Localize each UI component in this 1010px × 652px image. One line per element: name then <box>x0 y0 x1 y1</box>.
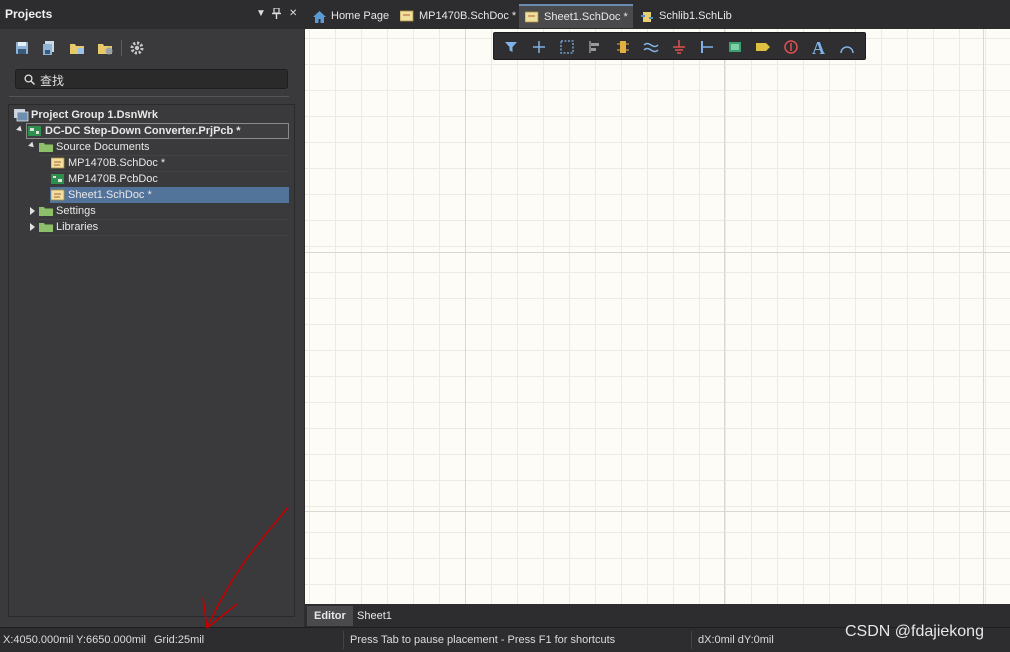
status-separator <box>691 631 692 649</box>
panel-divider <box>9 96 289 97</box>
close-icon[interactable]: ✕ <box>289 8 297 20</box>
panel-title: Projects <box>5 7 53 21</box>
projects-panel: Projects ▼ ✕ 查找 Project Group 1.DsnWrk D… <box>0 0 304 628</box>
tab-home-page[interactable]: Home Page <box>306 4 394 28</box>
document-tab-bar: Home Page MP1470B.SchDoc * Sheet1.SchDoc… <box>304 0 1010 29</box>
bus-icon[interactable] <box>698 38 716 56</box>
search-placeholder: 查找 <box>40 74 65 88</box>
folder-icon <box>39 205 53 217</box>
tree-label: Libraries <box>56 221 99 233</box>
close-folder-icon[interactable] <box>97 40 113 56</box>
status-separator <box>343 631 344 649</box>
delta-coordinates: dX:0mil dY:0mil <box>698 634 774 646</box>
no-erc-icon[interactable] <box>782 38 800 56</box>
tree-item-libraries[interactable]: Libraries <box>39 219 98 235</box>
tree-item-document[interactable]: MP1470B.SchDoc * <box>50 155 166 171</box>
folder-icon <box>39 141 53 153</box>
save-all-icon[interactable] <box>41 40 57 56</box>
schematic-canvas[interactable] <box>305 29 1010 604</box>
tree-item-document[interactable]: MP1470B.PcbDoc <box>51 171 158 187</box>
tree-item-source-documents[interactable]: Source Documents <box>39 139 150 155</box>
schematic-doc-icon <box>50 157 65 169</box>
align-icon[interactable] <box>586 38 604 56</box>
panel-menu-icon[interactable]: ▼ <box>256 8 266 20</box>
schematic-doc-icon <box>50 189 65 201</box>
save-icon[interactable] <box>14 40 30 56</box>
tab-label: MP1470B.SchDoc * <box>419 10 517 22</box>
folder-icon <box>39 221 53 233</box>
tab-schlib1-schlib[interactable]: Schlib1.SchLib <box>634 4 738 28</box>
pcb-project-icon <box>28 125 42 137</box>
ground-icon[interactable] <box>670 38 688 56</box>
row-separator <box>39 235 288 236</box>
component-icon[interactable] <box>614 38 632 56</box>
home-icon <box>312 10 326 23</box>
panel-toolbar <box>8 36 298 62</box>
watermark: CSDN @fdajiekong <box>845 623 984 640</box>
tab-label: Home Page <box>331 10 390 22</box>
pin-icon[interactable] <box>272 7 281 22</box>
svg-text:A: A <box>812 38 825 56</box>
schematic-doc-icon <box>524 11 539 23</box>
select-rect-icon[interactable] <box>558 38 576 56</box>
tab-mp1470b-schdoc[interactable]: MP1470B.SchDoc * <box>394 4 518 28</box>
tab-label: Schlib1.SchLib <box>659 10 732 22</box>
tree-label: MP1470B.SchDoc * <box>68 157 166 169</box>
expand-arrow-icon[interactable] <box>30 207 35 215</box>
tree-item-settings[interactable]: Settings <box>39 203 96 219</box>
search-input[interactable]: 查找 <box>15 69 288 89</box>
settings-gear-icon[interactable] <box>129 40 145 56</box>
open-folder-icon[interactable] <box>69 40 85 56</box>
pcb-doc-icon <box>51 173 65 185</box>
tab-label: Sheet1.SchDoc * <box>544 11 628 23</box>
tree-label: MP1470B.PcbDoc <box>68 173 158 185</box>
tree-item-project-group[interactable]: Project Group 1.DsnWrk <box>14 107 158 123</box>
tree-label: Sheet1.SchDoc * <box>68 189 152 201</box>
text-icon[interactable]: A <box>810 38 828 58</box>
tree-label: Source Documents <box>56 141 150 153</box>
tree-label: Settings <box>56 205 96 217</box>
toolbar-separator <box>121 40 122 56</box>
arc-icon[interactable] <box>838 38 856 56</box>
tree-label: Project Group 1.DsnWrk <box>31 109 158 121</box>
tab-editor[interactable]: Editor <box>307 606 353 626</box>
filter-icon[interactable] <box>502 38 520 56</box>
schematic-doc-icon <box>399 10 414 22</box>
wire-icon[interactable] <box>642 38 660 56</box>
tree-item-project[interactable]: DC-DC Step-Down Converter.PrjPcb * <box>26 123 289 139</box>
status-message: Press Tab to pause placement - Press F1 … <box>350 634 616 646</box>
crosshair-icon[interactable] <box>530 38 548 56</box>
panel-header: Projects ▼ ✕ <box>0 0 304 29</box>
grid-size[interactable]: Grid:25mil <box>154 634 204 646</box>
expand-arrow-icon[interactable] <box>30 223 35 231</box>
workspace-icon <box>14 109 29 122</box>
tab-sheet1[interactable]: Sheet1 <box>350 606 399 626</box>
search-icon <box>24 74 35 85</box>
active-bar-toolbar: A <box>493 32 866 60</box>
harness-icon[interactable] <box>726 38 744 56</box>
port-icon[interactable] <box>754 38 772 56</box>
cursor-coordinates: X:4050.000mil Y:6650.000mil <box>3 634 146 646</box>
tree-label: DC-DC Step-Down Converter.PrjPcb * <box>45 125 241 137</box>
schlib-icon <box>640 10 654 22</box>
tree-item-document-selected[interactable]: Sheet1.SchDoc * <box>50 187 289 203</box>
tab-sheet1-schdoc[interactable]: Sheet1.SchDoc * <box>519 4 633 28</box>
